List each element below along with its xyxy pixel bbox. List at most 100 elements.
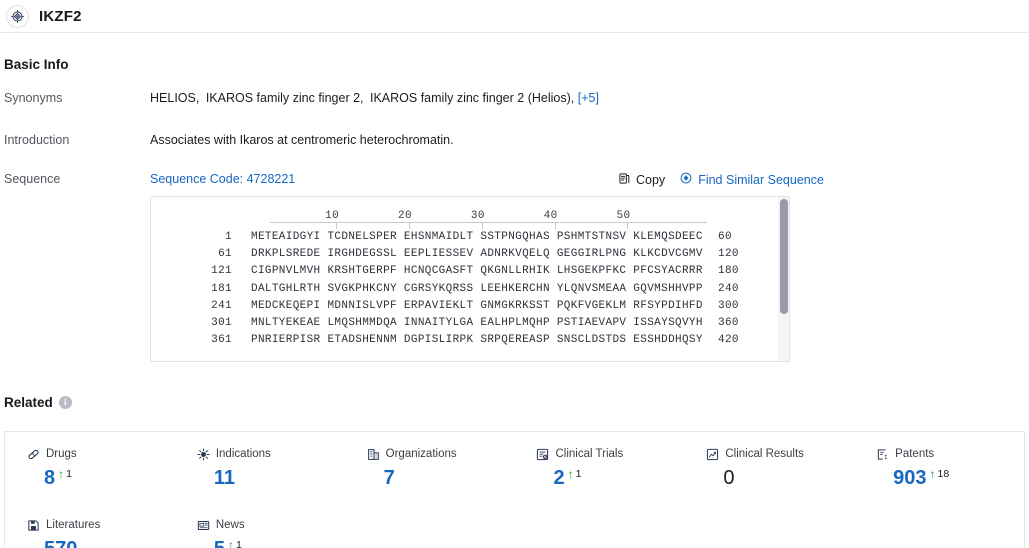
synonyms-more-link[interactable]: [+5] <box>578 91 599 105</box>
sequence-row-residues: PNRIERPISR ETADSHENNM DGPISLIRPK SRPQERE… <box>251 334 703 347</box>
related-item-count: 5 <box>214 538 225 548</box>
sequence-label: Sequence <box>4 172 61 186</box>
related-item-delta: ↑ 18 <box>930 468 950 481</box>
sequence-row: 61 DRKPLSREDE IRGHDEGSSL EEPLIESSEV ADNRK… <box>151 246 779 263</box>
sequence-row-end: 180 <box>718 265 739 278</box>
related-heading: Related i <box>4 395 72 410</box>
related-item-count: 2 <box>553 467 565 489</box>
related-item-count: 570 <box>44 538 77 548</box>
synonym-1: HELIOS, <box>150 91 200 105</box>
related-item-value-row: 8 ↑ 1 <box>27 467 175 489</box>
find-similar-icon <box>679 171 693 188</box>
related-item-patents[interactable]: Patents 903 ↑ 18 <box>854 446 1024 489</box>
sequence-scrollbar[interactable] <box>778 197 789 361</box>
sequence-viewer[interactable]: 10 20 30 40 50 1 METEAIDGYI TCDNELSPER EHSNMA… <box>150 196 790 362</box>
related-item-label: News <box>215 519 245 531</box>
related-item-count: 7 <box>383 467 395 489</box>
copy-button[interactable]: Copy <box>618 172 665 188</box>
synonym-3: IKAROS family zinc finger 2 (Helios), <box>370 91 575 105</box>
sequence-row-residues: CIGPNVLMVH KRSHTGERPF HCNQCGASFT QKGNLLR… <box>251 265 703 278</box>
introduction-label: Introduction <box>4 133 70 147</box>
related-item-header: Organizations <box>367 446 515 462</box>
ruler-tick <box>336 222 338 229</box>
sequence-row-start: 361 <box>211 334 232 347</box>
related-item-delta: ↑ 1 <box>568 468 582 481</box>
sequence-row: 301 MNLTYEKEAE LMQSHMMDQA INNAITYLGA EALH… <box>151 315 779 332</box>
related-item-organizations[interactable]: Organizations 7 <box>345 446 515 489</box>
sequence-row-residues: MEDCKEQEPI MDNNISLVPF ERPAVIEKLT GNMGKRK… <box>251 299 703 312</box>
related-item-count: 903 <box>893 467 927 489</box>
sequence-row-end: 240 <box>718 282 739 295</box>
related-item-header: Literatures <box>27 517 175 533</box>
related-item-label: Patents <box>895 448 935 460</box>
sequence-row: 241 MEDCKEQEPI MDNNISLVPF ERPAVIEKLT GNMG… <box>151 298 779 315</box>
related-item-delta: ↑ 1 <box>228 539 242 548</box>
sequence-scrollbar-thumb[interactable] <box>780 199 788 314</box>
find-similar-sequence-button[interactable]: Find Similar Sequence <box>679 171 824 188</box>
related-item-label: Drugs <box>46 448 77 460</box>
page-title: IKZF2 <box>39 7 82 25</box>
virus-icon <box>197 447 210 461</box>
sequence-row-start: 181 <box>211 282 232 295</box>
related-item-clinical-results[interactable]: Clinical Results 0 <box>684 446 854 489</box>
related-item-indications[interactable]: Indications 11 <box>175 446 345 489</box>
related-item-count: 8 <box>44 467 56 489</box>
related-grid-row-2: Literatures 570 News 5↑1 <box>5 503 1024 548</box>
info-icon[interactable]: i <box>58 396 72 409</box>
ruler-tick-label: 30 <box>470 210 485 222</box>
sequence-code-link[interactable]: Sequence Code: 4728221 <box>150 172 295 186</box>
related-item-label: Clinical Trials <box>555 448 624 460</box>
related-item-header: Indications <box>197 446 345 462</box>
sequence-actions: Copy Find Similar Sequence <box>618 171 824 188</box>
related-item-delta-count: 1 <box>575 468 582 480</box>
sequence-row-end: 120 <box>718 248 739 261</box>
related-item-literatures[interactable]: Literatures 570 <box>5 517 175 548</box>
introduction-value: Associates with Ikaros at centromeric he… <box>150 133 454 147</box>
find-similar-label: Find Similar Sequence <box>698 172 824 187</box>
related-item-count: 0 <box>723 467 735 489</box>
building-icon <box>367 448 380 461</box>
related-item-value-row: 5↑1 <box>197 538 345 548</box>
related-item-header: Clinical Trials <box>536 446 684 462</box>
sequence-row-start: 301 <box>211 317 232 330</box>
ruler-tick-label: 50 <box>616 210 631 222</box>
sequence-row: 1 METEAIDGYI TCDNELSPER EHSNMAIDLT SSTPNG… <box>151 229 779 246</box>
related-item-drugs[interactable]: Drugs 8 ↑ 1 <box>5 446 175 489</box>
news-icon <box>197 519 210 532</box>
related-item-count: 11 <box>213 467 235 489</box>
related-item-value-row: 570 <box>27 538 175 548</box>
sequence-row: 181 DALTGHLRTH SVGKPHKCNY CGRSYKQRSS LEEH… <box>151 281 779 298</box>
related-heading-label: Related <box>4 395 53 410</box>
arrow-up-icon: ↑ <box>567 467 574 481</box>
page-header: IKZF2 <box>0 0 1029 33</box>
arrow-up-icon: ↑ <box>227 538 234 548</box>
related-item-header: News <box>197 517 345 533</box>
target-diamond-icon <box>6 4 29 28</box>
sequence-row-start: 1 <box>225 231 232 243</box>
sequence-row: 361 PNRIERPISR ETADSHENNM DGPISLIRPK SRPQ… <box>151 332 779 349</box>
clinical-trial-icon <box>536 448 549 461</box>
related-item-value-row: 7 <box>367 467 515 489</box>
sequence-ruler: 10 20 30 40 50 <box>270 207 707 229</box>
sequence-row-start: 121 <box>211 265 232 278</box>
related-item-clinical-trials[interactable]: Clinical Trials 2 ↑ 1 <box>514 446 684 489</box>
ruler-tick-label: 10 <box>325 210 340 222</box>
arrow-up-icon: ↑ <box>58 467 65 481</box>
sequence-row-end: 360 <box>718 317 739 330</box>
related-item-header: Drugs <box>27 446 175 462</box>
sequence-row-residues: MNLTYEKEAE LMQSHMMDQA INNAITYLGA EALHPLM… <box>251 317 703 330</box>
related-item-header: Clinical Results <box>706 446 854 462</box>
sequence-row-start: 241 <box>211 299 232 312</box>
sequence-row-end: 420 <box>718 334 739 347</box>
related-item-label: Literatures <box>46 519 101 531</box>
synonyms-value: HELIOS, IKAROS family zinc finger 2, IKA… <box>150 91 599 105</box>
synonym-2: IKAROS family zinc finger 2, <box>205 91 364 105</box>
sequence-row-end: 60 <box>718 231 732 243</box>
sequence-row: 121 CIGPNVLMVH KRSHTGERPF HCNQCGASFT QKGN… <box>151 263 779 280</box>
sequence-rows: 1 METEAIDGYI TCDNELSPER EHSNMAIDLT SSTPNG… <box>151 229 779 349</box>
copy-icon <box>618 172 631 188</box>
related-grid-row-1: Drugs 8 ↑ 1 Indications 11 Organizations 7 Clini… <box>5 432 1024 489</box>
sequence-row-start: 61 <box>218 248 232 261</box>
related-item-label: Organizations <box>385 448 457 460</box>
related-item-news[interactable]: News 5↑1 <box>175 517 345 548</box>
